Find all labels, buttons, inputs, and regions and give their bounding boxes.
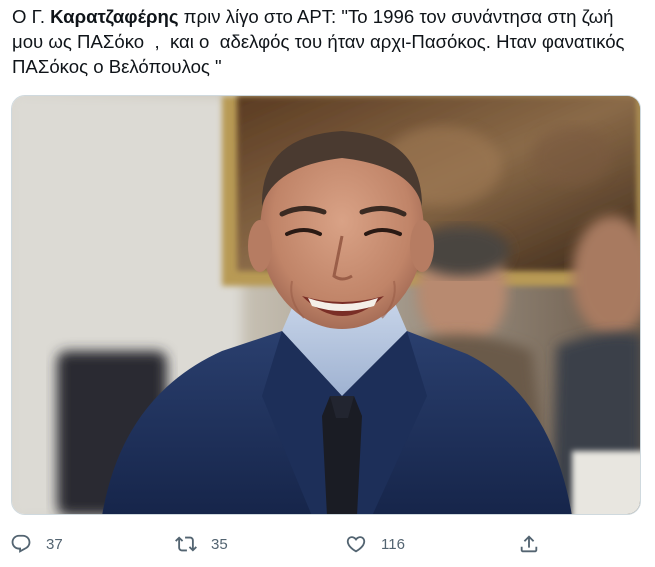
retweet-count: 35 xyxy=(211,535,228,553)
retweet-icon xyxy=(175,536,197,552)
heart-icon xyxy=(346,536,366,553)
tweet-photo[interactable] xyxy=(11,95,641,515)
photo-of-smiling-man-in-suit xyxy=(12,96,640,514)
tweet-text-mention-bold: Καρατζαφέρης xyxy=(50,6,179,27)
tweet-actions-bar: 37 35 116 xyxy=(0,528,655,560)
retweet-button[interactable]: 35 xyxy=(175,528,228,560)
share-button[interactable] xyxy=(518,528,540,560)
reply-button[interactable]: 37 xyxy=(10,528,63,560)
share-icon xyxy=(520,535,538,553)
reply-count: 37 xyxy=(46,535,63,553)
reply-icon xyxy=(11,534,31,553)
like-button[interactable]: 116 xyxy=(345,528,405,560)
tweet-text-prefix: Ο Γ. xyxy=(12,6,51,27)
tweet-text: Ο Γ. Καρατζαφέρης πριν λίγο στο ΑΡΤ: "Το… xyxy=(12,4,642,79)
like-count: 116 xyxy=(381,535,405,553)
